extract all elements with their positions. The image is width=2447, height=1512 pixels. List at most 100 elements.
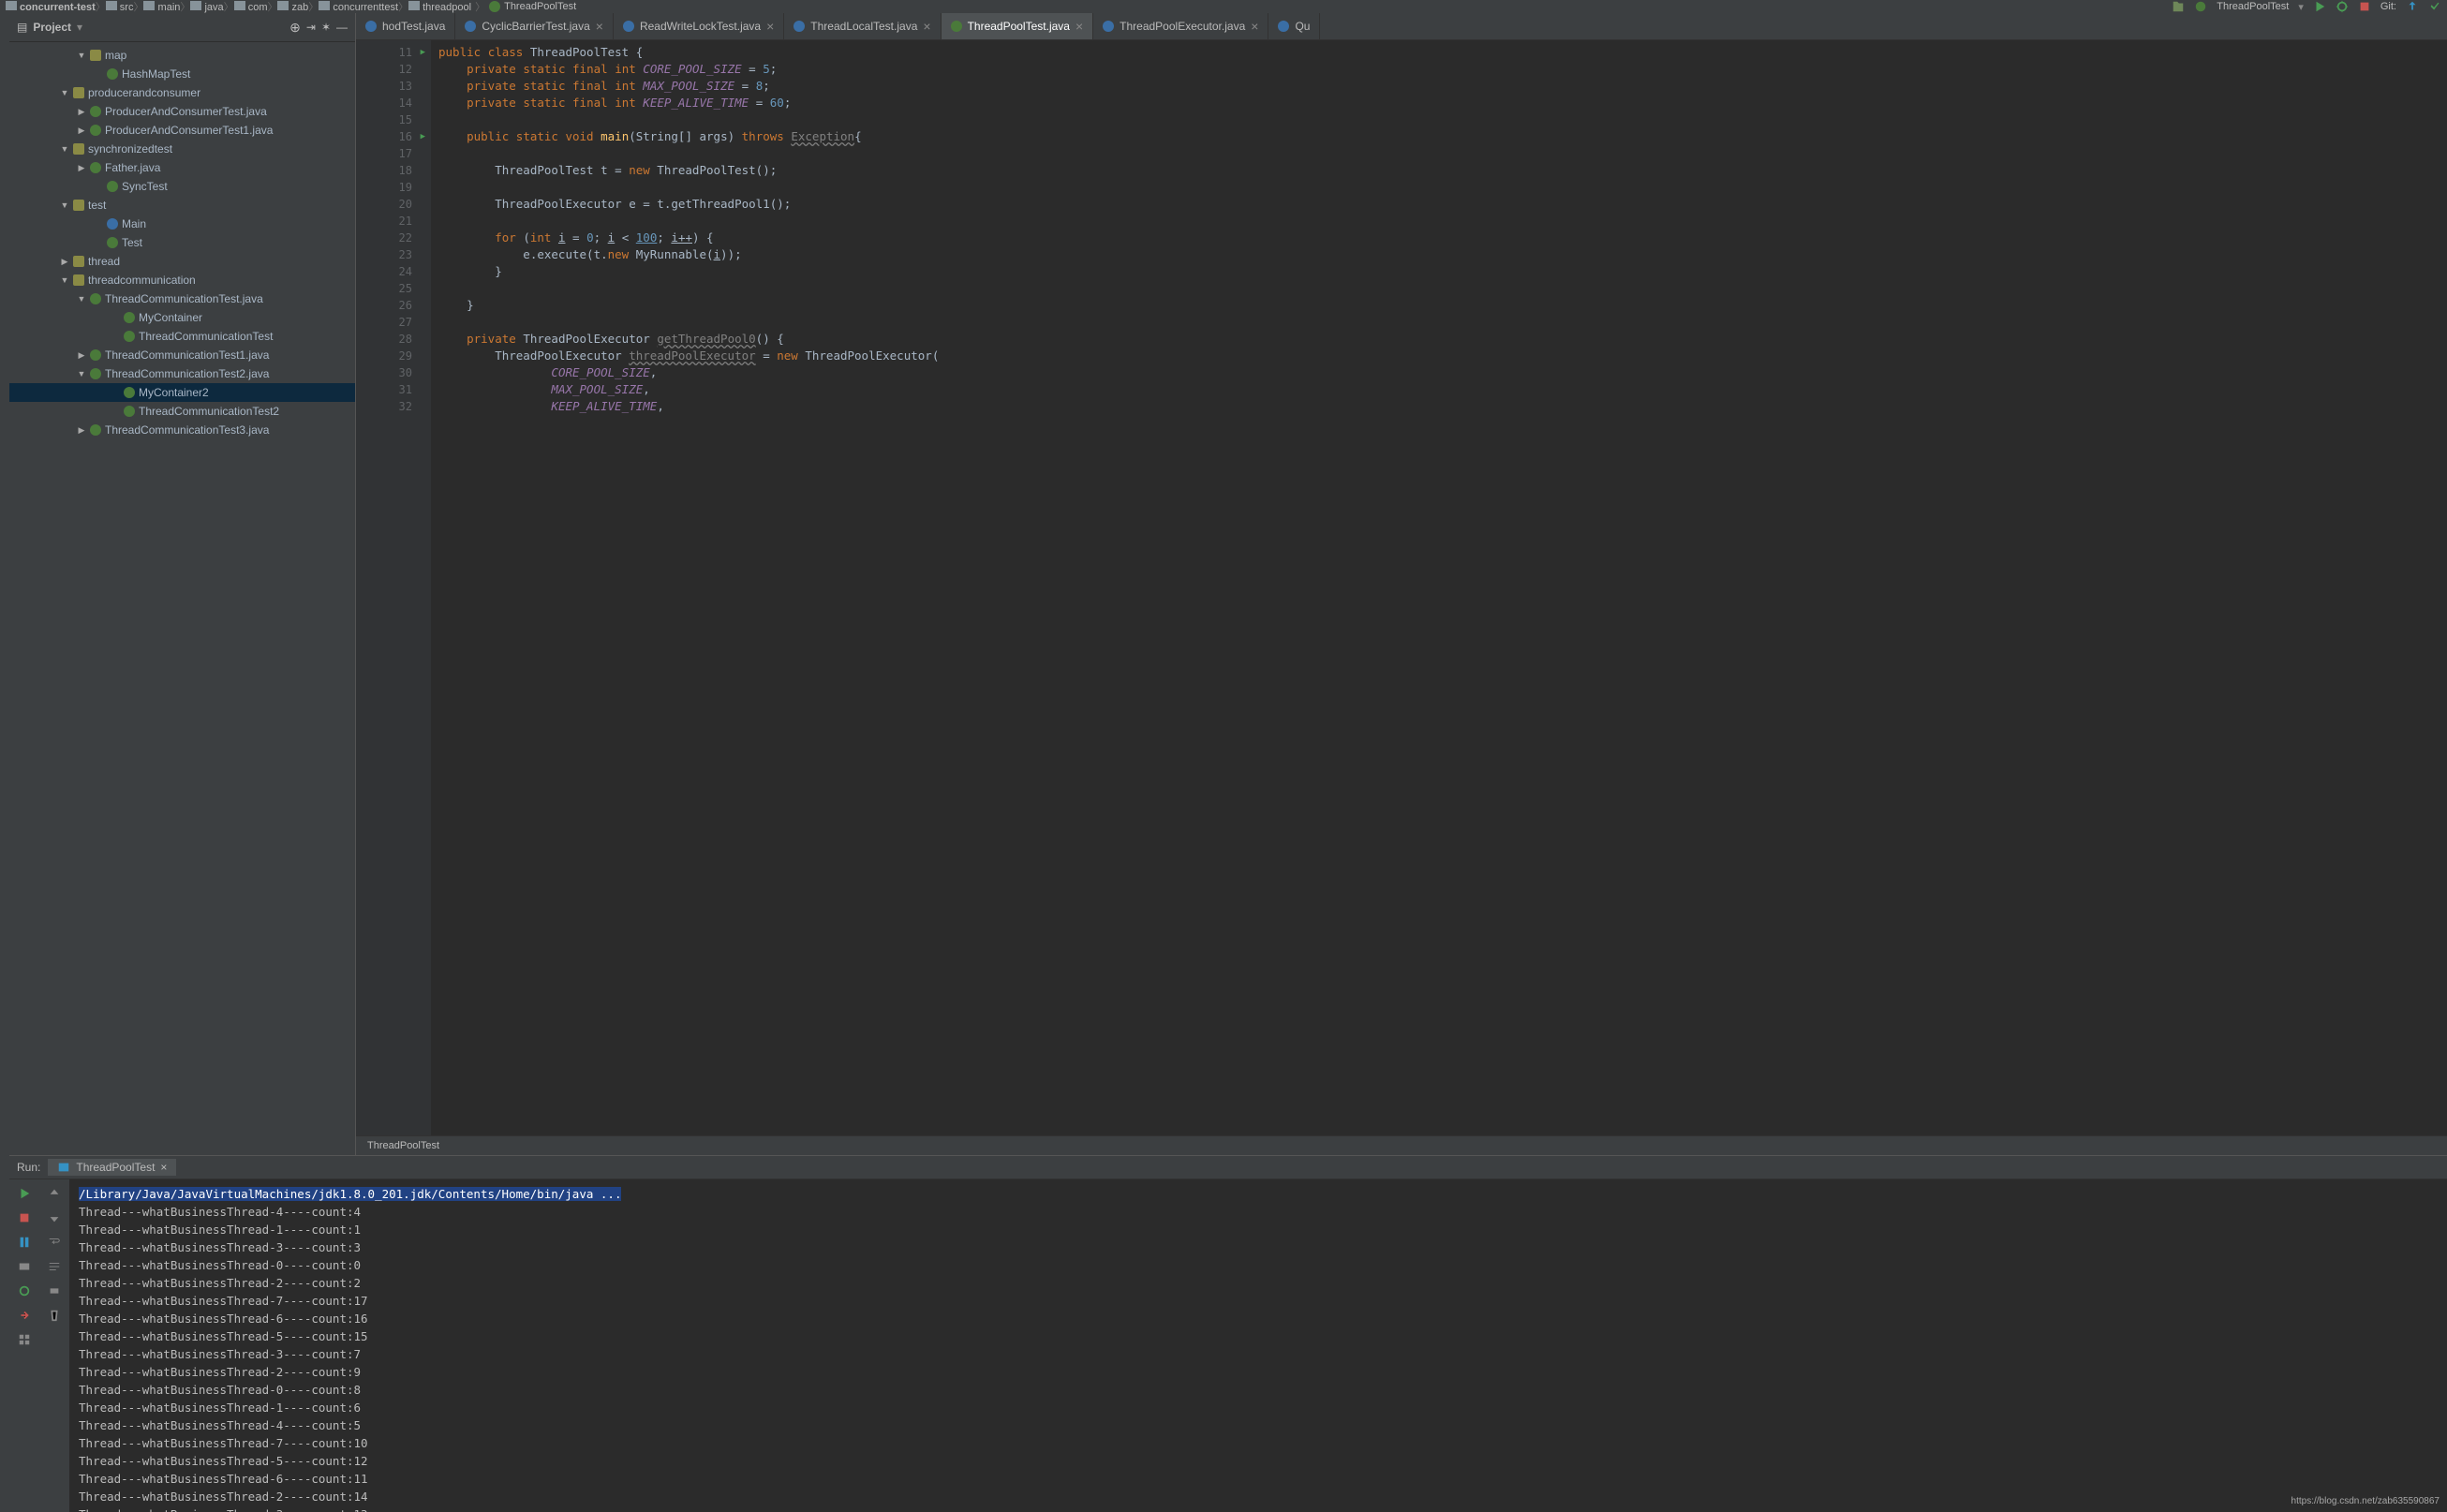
code-line[interactable]: private ThreadPoolExecutor getThreadPool… — [438, 331, 2447, 348]
crumb-item[interactable]: com — [245, 2, 268, 13]
crumb-item[interactable]: threadpool — [420, 2, 471, 13]
build-icon[interactable] — [2172, 0, 2185, 13]
editor-tab[interactable]: ThreadPoolExecutor.java× — [1093, 13, 1268, 39]
layout-icon[interactable] — [18, 1333, 31, 1346]
tree-row[interactable]: ▼map — [9, 46, 355, 65]
tree-row[interactable]: ▶Father.java — [9, 158, 355, 177]
stop-icon[interactable] — [2358, 0, 2371, 13]
project-header[interactable]: ▤ Project ▾ ⊕ ⇥ ✶ — — [9, 13, 355, 42]
editor-code[interactable]: public class ThreadPoolTest { private st… — [431, 40, 2447, 1135]
down-icon[interactable] — [48, 1211, 61, 1224]
scroll-to-end-icon[interactable] — [48, 1260, 61, 1273]
vcs-update-icon[interactable] — [2406, 0, 2419, 13]
code-line[interactable]: CORE_POOL_SIZE, — [438, 364, 2447, 381]
tree-row[interactable]: ThreadCommunicationTest — [9, 327, 355, 346]
code-line[interactable] — [438, 213, 2447, 230]
code-line[interactable]: private static final int CORE_POOL_SIZE … — [438, 61, 2447, 78]
debug-icon[interactable] — [2336, 0, 2349, 13]
code-line[interactable] — [438, 280, 2447, 297]
code-line[interactable]: ThreadPoolExecutor threadPoolExecutor = … — [438, 348, 2447, 364]
run-icon[interactable] — [2313, 0, 2326, 13]
close-icon[interactable]: × — [766, 19, 774, 34]
code-line[interactable]: for (int i = 0; i < 100; i++) { — [438, 230, 2447, 246]
rerun-icon[interactable] — [18, 1187, 31, 1200]
run-gutter-icon[interactable]: ▶ — [421, 44, 425, 61]
code-line[interactable] — [438, 145, 2447, 162]
editor-tab[interactable]: Qu — [1268, 13, 1320, 39]
tree-row[interactable]: ▼synchronizedtest — [9, 140, 355, 158]
tree-row[interactable]: ▶ThreadCommunicationTest1.java — [9, 346, 355, 364]
tree-row[interactable]: ▶thread — [9, 252, 355, 271]
crumb-item[interactable]: concurrenttest — [330, 2, 398, 13]
crumb-item[interactable]: zab — [289, 2, 308, 13]
tree-row[interactable]: SyncTest — [9, 177, 355, 196]
code-line[interactable] — [438, 179, 2447, 196]
run-gutter-icon[interactable]: ▶ — [421, 128, 425, 145]
print-icon[interactable] — [48, 1284, 61, 1297]
dump-threads-icon[interactable] — [18, 1260, 31, 1273]
run-tab[interactable]: ThreadPoolTest × — [48, 1159, 176, 1176]
crumb-item[interactable]: concurrent-test — [17, 2, 96, 13]
code-line[interactable]: private static final int MAX_POOL_SIZE =… — [438, 78, 2447, 95]
tree-row[interactable]: HashMapTest — [9, 65, 355, 83]
console-output[interactable]: /Library/Java/JavaVirtualMachines/jdk1.8… — [69, 1179, 2447, 1512]
tree-row[interactable]: ▼ThreadCommunicationTest2.java — [9, 364, 355, 383]
close-icon[interactable]: × — [1075, 19, 1083, 34]
code-line[interactable]: ThreadPoolExecutor e = t.getThreadPool1(… — [438, 196, 2447, 213]
code-line[interactable]: e.execute(t.new MyRunnable(i)); — [438, 246, 2447, 263]
tree-row[interactable]: ThreadCommunicationTest2 — [9, 402, 355, 421]
crumb-item[interactable]: main — [155, 2, 180, 13]
crumb-item[interactable]: src — [117, 2, 134, 13]
tree-row[interactable]: ▶ProducerAndConsumerTest.java — [9, 102, 355, 121]
tree-row[interactable]: ▶ThreadCommunicationTest3.java — [9, 421, 355, 439]
project-tree[interactable]: ▼mapHashMapTest▼producerandconsumer▶Prod… — [9, 42, 355, 1155]
vcs-commit-icon[interactable] — [2428, 0, 2441, 13]
tree-row[interactable]: ▶ProducerAndConsumerTest1.java — [9, 121, 355, 140]
tree-row[interactable]: ▼ThreadCommunicationTest.java — [9, 289, 355, 308]
up-icon[interactable] — [48, 1187, 61, 1200]
code-line[interactable] — [438, 314, 2447, 331]
collapse-icon[interactable]: ⇥ — [306, 21, 316, 34]
close-icon[interactable]: × — [160, 1161, 167, 1174]
code-line[interactable]: ThreadPoolTest t = new ThreadPoolTest(); — [438, 162, 2447, 179]
close-icon[interactable]: × — [923, 19, 930, 34]
tree-row[interactable]: ▼producerandconsumer — [9, 83, 355, 102]
code-line[interactable]: private static final int KEEP_ALIVE_TIME… — [438, 95, 2447, 111]
tree-row[interactable]: MyContainer — [9, 308, 355, 327]
editor-breadcrumb[interactable]: ThreadPoolTest — [356, 1135, 2447, 1155]
tree-row[interactable]: ▼test — [9, 196, 355, 215]
tree-row[interactable]: MyContainer2 — [9, 383, 355, 402]
run-config-icon[interactable] — [2194, 0, 2207, 13]
hide-icon[interactable]: — — [336, 21, 348, 34]
stop-process-icon[interactable] — [18, 1211, 31, 1224]
close-icon[interactable]: × — [1251, 19, 1258, 34]
close-icon[interactable]: × — [596, 19, 603, 34]
tree-row[interactable]: ▼threadcommunication — [9, 271, 355, 289]
editor-tab[interactable]: CyclicBarrierTest.java× — [455, 13, 614, 39]
exit-icon[interactable] — [18, 1309, 31, 1322]
code-line[interactable] — [438, 111, 2447, 128]
tree-row[interactable]: Test — [9, 233, 355, 252]
code-line[interactable]: } — [438, 297, 2447, 314]
editor-tab[interactable]: ThreadLocalTest.java× — [784, 13, 941, 39]
clear-icon[interactable] — [48, 1309, 61, 1322]
breadcrumb-class[interactable]: ThreadPoolTest — [367, 1140, 439, 1151]
locate-icon[interactable]: ⊕ — [289, 20, 301, 36]
editor-tab[interactable]: ThreadPoolTest.java× — [942, 13, 1094, 39]
attach-debugger-icon[interactable] — [18, 1284, 31, 1297]
editor-tab[interactable]: ReadWriteLockTest.java× — [614, 13, 784, 39]
editor-gutter[interactable]: 11▶1213141516▶17181920212223242526272829… — [356, 40, 431, 1135]
crumb-item[interactable]: java — [201, 2, 223, 13]
code-line[interactable]: public static void main(String[] args) t… — [438, 128, 2447, 145]
code-line[interactable]: } — [438, 263, 2447, 280]
pause-icon[interactable] — [18, 1236, 31, 1249]
soft-wrap-icon[interactable] — [48, 1236, 61, 1249]
run-config-name[interactable]: ThreadPoolTest — [2217, 1, 2289, 12]
code-line[interactable]: public class ThreadPoolTest { — [438, 44, 2447, 61]
editor-tab[interactable]: hodTest.java — [356, 13, 455, 39]
current-file[interactable]: ThreadPoolTest — [504, 1, 576, 12]
settings-icon[interactable]: ✶ — [321, 21, 331, 34]
tree-row[interactable]: Main — [9, 215, 355, 233]
code-line[interactable]: MAX_POOL_SIZE, — [438, 381, 2447, 398]
code-line[interactable]: KEEP_ALIVE_TIME, — [438, 398, 2447, 415]
